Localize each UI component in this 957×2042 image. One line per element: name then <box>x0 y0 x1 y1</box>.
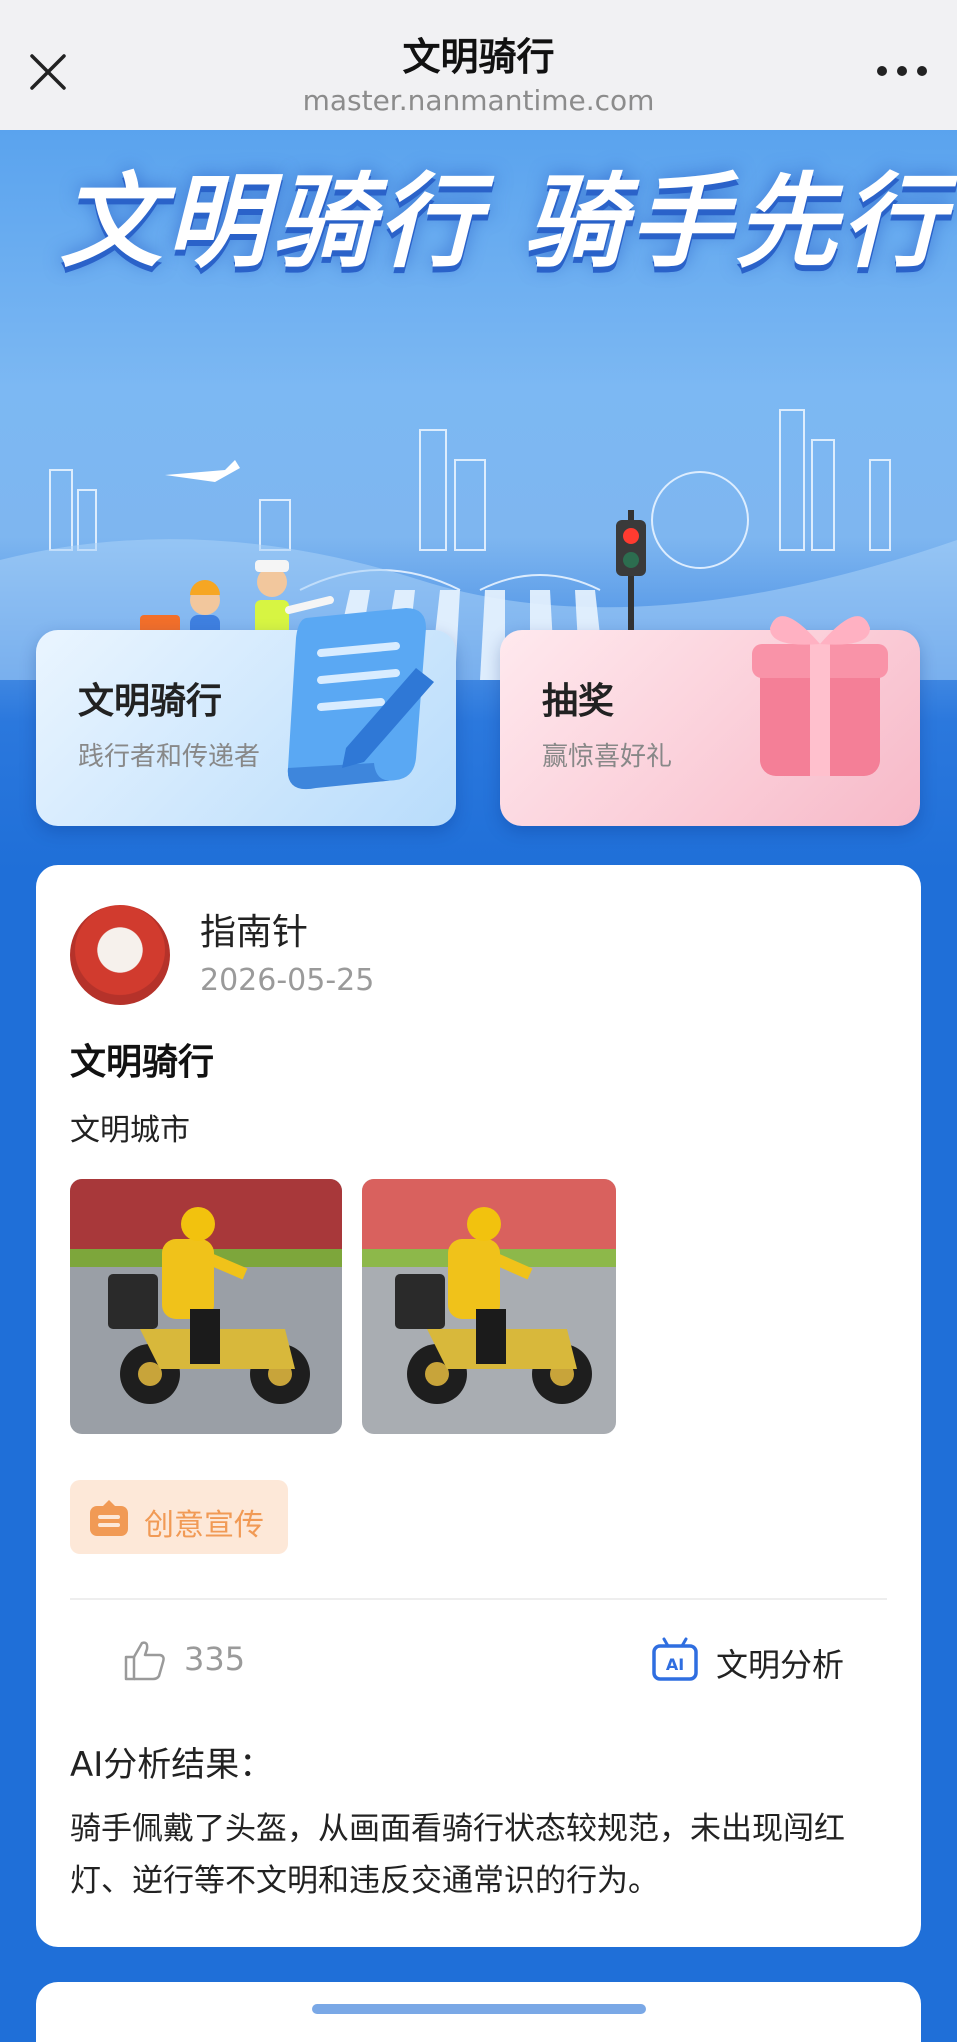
post-photo[interactable] <box>362 1179 616 1434</box>
card-subtitle: 赢惊喜好礼 <box>542 742 673 772</box>
lottery-card[interactable]: 抽奖 赢惊喜好礼 <box>500 616 920 826</box>
ai-tv-icon[interactable]: AI <box>650 1635 700 1685</box>
card-title: 抽奖 <box>542 681 615 722</box>
civilized-riding-card[interactable]: 文明骑行 践行者和传递者 <box>36 608 456 826</box>
avatar[interactable] <box>70 905 170 1005</box>
post-text: 文明城市 <box>70 1113 190 1148</box>
post-date: 2026-05-25 <box>200 963 375 998</box>
megaphone-box-icon <box>90 1500 128 1536</box>
ai-result-title: AI分析结果： <box>70 1745 274 1785</box>
like-count: 335 <box>184 1640 246 1678</box>
hero-banner: 文明骑行 骑手先行 文明骑行 践行者和传递者 抽奖 赢惊喜好礼 <box>0 130 957 870</box>
home-indicator <box>312 2004 646 2014</box>
post-title: 文明骑行 <box>70 1042 215 1083</box>
username[interactable]: 指南针 <box>200 903 308 955</box>
more-icon[interactable] <box>875 56 929 86</box>
thumbs-up-icon[interactable] <box>122 1637 168 1683</box>
page-url: master.nanmantime.com <box>302 84 655 117</box>
civilization-analysis-button[interactable]: 文明分析 <box>716 1640 844 1686</box>
scroll-pen-icon <box>287 608 434 790</box>
page-title: 文明骑行 <box>402 35 555 79</box>
tag-label: 创意宣传 <box>144 1508 264 1543</box>
divider <box>70 1598 887 1600</box>
ai-result-text: 骑手佩戴了头盔，从画面看骑行状态较规范，未出现闯红灯、逆行等不文明和违反交通常识… <box>70 1811 845 1899</box>
post-card: 指南针 2026-05-25 文明骑行 文明城市 创意宣传 335 AI 文明分… <box>36 865 921 1947</box>
card-title: 文明骑行 <box>78 681 223 722</box>
creative-promo-tag[interactable]: 创意宣传 <box>70 1480 288 1554</box>
browser-topbar: 文明骑行 master.nanmantime.com <box>0 0 957 130</box>
post-photo[interactable] <box>70 1179 342 1434</box>
card-subtitle: 践行者和传递者 <box>78 742 261 772</box>
plane-icon <box>165 460 240 482</box>
svg-text:AI: AI <box>666 1655 684 1674</box>
gift-box-icon <box>752 616 888 776</box>
